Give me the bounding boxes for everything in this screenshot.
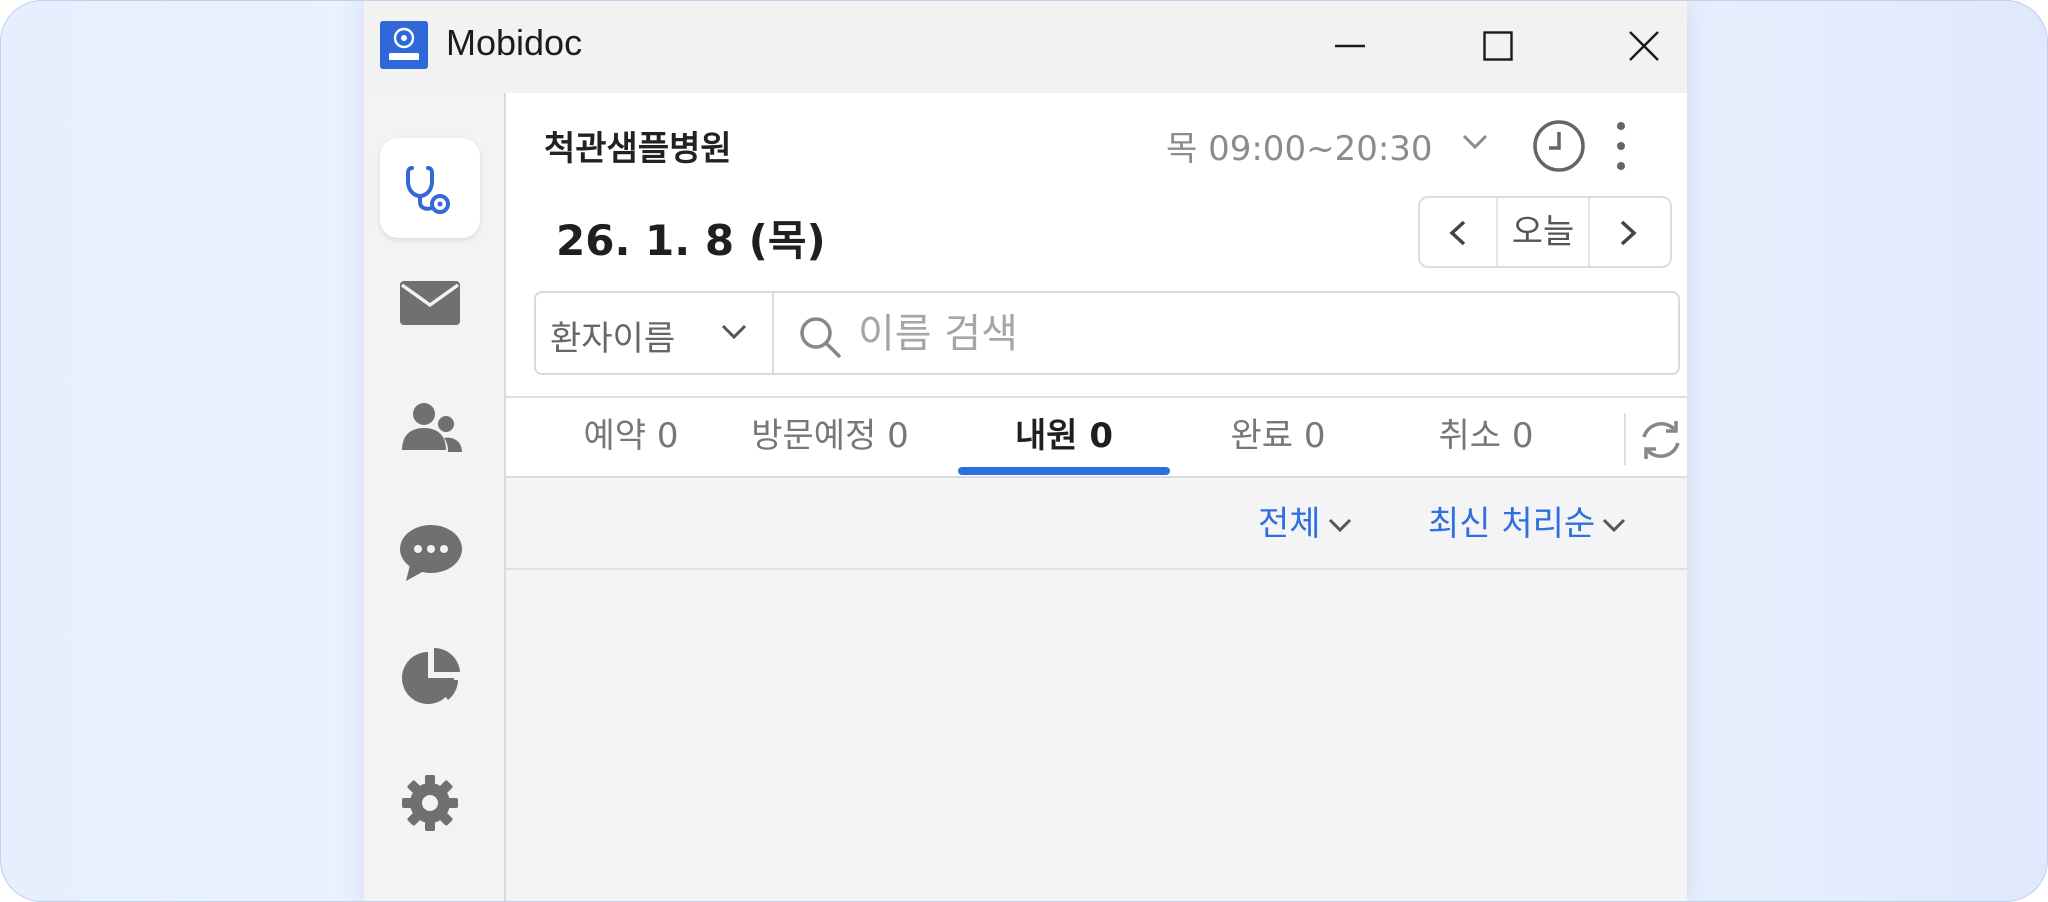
minimize-icon (1335, 44, 1365, 48)
sidebar-item-statistics[interactable] (380, 628, 480, 728)
active-tab-indicator (958, 467, 1170, 475)
filter-row: 전체 최신 처리순 (506, 478, 1687, 570)
chevron-down-icon[interactable] (1461, 133, 1489, 151)
scope-filter-dropdown[interactable]: 전체 (1258, 496, 1353, 545)
history-button[interactable] (1531, 118, 1587, 174)
search-type-dropdown[interactable]: 환자이름 (536, 293, 774, 373)
chevron-down-icon (721, 324, 747, 340)
divider (1624, 413, 1626, 465)
tab-cancelled[interactable]: 취소 0 (1386, 398, 1586, 478)
chevron-right-icon (1620, 220, 1637, 246)
date-navigator: 오늘 (1418, 196, 1672, 268)
sidebar (364, 93, 506, 901)
status-tabs: 예약 0 방문예정 0 내원 0 완료 0 취소 0 (506, 398, 1687, 478)
users-icon (402, 403, 462, 452)
business-hours[interactable]: 목 09:00~20:30 (1166, 121, 1433, 170)
app-title: Mobidoc (446, 22, 583, 63)
more-vertical-icon (1617, 122, 1625, 170)
sidebar-item-chat[interactable] (380, 503, 480, 603)
chevron-left-icon (1449, 220, 1466, 246)
tab-scheduled-visit[interactable]: 방문예정 0 (720, 398, 940, 478)
title-bar: Mobidoc (364, 1, 1687, 93)
tab-reservation[interactable]: 예약 0 (546, 398, 716, 478)
today-button[interactable]: 오늘 (1498, 198, 1590, 266)
prev-date-button[interactable] (1420, 198, 1498, 266)
chevron-down-icon (1603, 518, 1626, 532)
sort-dropdown[interactable]: 최신 처리순 (1428, 496, 1627, 545)
sidebar-item-treatment[interactable] (380, 138, 480, 238)
scope-filter-label: 전체 (1258, 504, 1321, 544)
tab-completed[interactable]: 완료 0 (1178, 398, 1378, 478)
more-menu-button[interactable] (1606, 118, 1636, 174)
sort-label: 최신 처리순 (1428, 504, 1596, 544)
current-date: 26. 1. 8 (목) (556, 216, 826, 265)
sidebar-item-mail[interactable] (380, 255, 480, 355)
pie-chart-icon (402, 648, 460, 704)
clock-icon (1533, 120, 1585, 172)
refresh-button[interactable] (1636, 415, 1686, 465)
stethoscope-icon (406, 166, 450, 214)
mail-icon (400, 281, 460, 325)
search-icon (800, 317, 842, 359)
chat-icon (400, 525, 462, 581)
minimize-button[interactable] (1314, 15, 1384, 75)
hospital-name: 척관샘플병원 (544, 129, 732, 169)
maximize-icon (1483, 31, 1513, 61)
app-logo-icon (380, 21, 428, 69)
app-window: Mobidoc 척관샘플병원 목 09:00~20:30 26. 1. 8 (목… (364, 1, 1687, 901)
main-panel: 척관샘플병원 목 09:00~20:30 26. 1. 8 (목) 오늘 환자이… (506, 93, 1687, 901)
sidebar-item-settings[interactable] (380, 753, 480, 853)
tab-visited[interactable]: 내원 0 (958, 398, 1170, 478)
chevron-down-icon (1328, 518, 1351, 532)
refresh-icon (1642, 421, 1680, 459)
next-date-button[interactable] (1590, 198, 1664, 266)
close-button[interactable] (1608, 15, 1678, 75)
patient-list-area: 전체 최신 처리순 (506, 476, 1687, 901)
desktop-background: Mobidoc 척관샘플병원 목 09:00~20:30 26. 1. 8 (목… (0, 0, 2048, 902)
gear-icon (402, 775, 458, 831)
search-bar: 환자이름 (534, 291, 1680, 375)
maximize-button[interactable] (1462, 15, 1532, 75)
patient-search-input[interactable] (856, 301, 1660, 367)
close-icon (1629, 31, 1659, 61)
sidebar-item-patients[interactable] (380, 378, 480, 478)
search-type-label: 환자이름 (550, 319, 676, 359)
